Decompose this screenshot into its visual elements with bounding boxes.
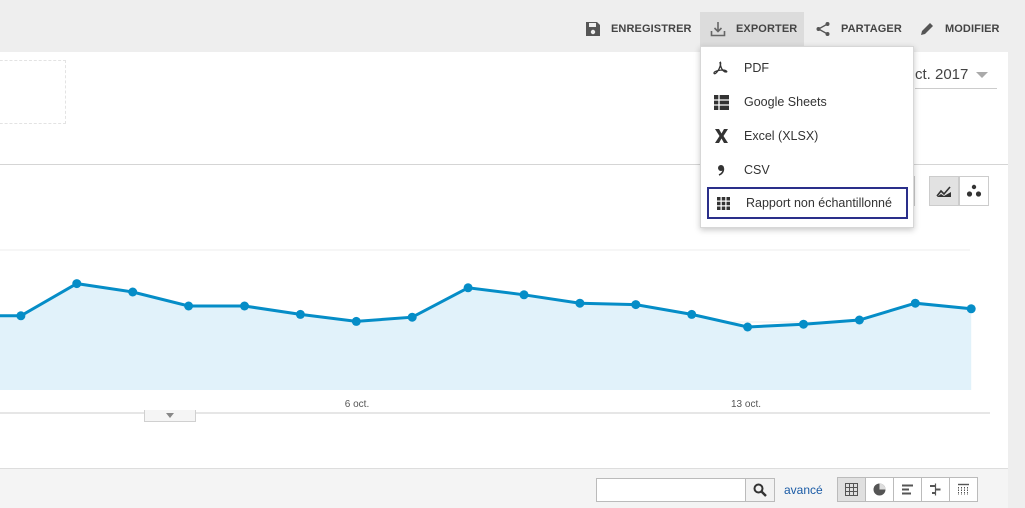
pie-view-button[interactable] <box>865 477 894 502</box>
report-toolbar: ENREGISTRER EXPORTER PARTAGER MODIFIER <box>0 0 1025 52</box>
excel-icon <box>714 129 728 143</box>
pie-chart-icon <box>873 483 886 496</box>
export-csv-item[interactable]: CSV <box>701 153 915 187</box>
search-icon <box>753 483 767 497</box>
chart-data-point[interactable] <box>687 309 697 319</box>
export-google-sheets-item[interactable]: Google Sheets <box>701 85 915 119</box>
x-axis-tick-label: 13 oct. <box>731 399 761 410</box>
chart-data-point[interactable] <box>575 298 585 308</box>
unsampled-report-item[interactable]: Rapport non échantillonné <box>707 187 908 219</box>
chart-data-point[interactable] <box>463 283 473 293</box>
x-axis-tick-label: 6 oct. <box>345 399 369 410</box>
performance-view-button[interactable] <box>893 477 922 502</box>
chart-data-point[interactable] <box>966 304 976 314</box>
grid-icon <box>845 483 858 496</box>
download-icon <box>710 22 726 37</box>
share-icon <box>816 22 830 36</box>
chart-data-point[interactable] <box>743 322 753 332</box>
edit-button[interactable]: MODIFIER <box>919 12 1000 46</box>
chart-data-point[interactable] <box>351 316 361 326</box>
chart-data-point[interactable] <box>799 319 808 329</box>
export-button[interactable]: EXPORTER <box>700 12 804 46</box>
csv-icon <box>718 165 725 176</box>
share-button[interactable]: PARTAGER <box>815 12 902 46</box>
table-search-input[interactable] <box>596 478 746 502</box>
pivot-icon <box>958 483 969 495</box>
chart-data-point[interactable] <box>854 315 864 325</box>
caret-down-icon <box>166 413 174 418</box>
chart-data-point[interactable] <box>910 298 920 308</box>
export-pdf-label: PDF <box>744 61 769 75</box>
chart-data-point[interactable] <box>631 300 641 310</box>
chart-data-point[interactable] <box>295 309 305 319</box>
save-label: ENREGISTRER <box>611 23 692 35</box>
comparison-icon <box>930 483 941 496</box>
export-label: EXPORTER <box>736 23 798 35</box>
google-sheets-icon <box>713 94 729 110</box>
table-view-switcher <box>837 477 978 502</box>
pencil-icon <box>921 23 933 35</box>
export-pdf-item[interactable]: PDF <box>701 51 915 85</box>
unsampled-report-label: Rapport non échantillonné <box>746 196 892 210</box>
unsampled-report-icon <box>716 196 730 210</box>
chart-collapse-toggle[interactable] <box>144 410 196 422</box>
search-button[interactable] <box>745 478 775 502</box>
save-icon <box>586 22 600 36</box>
advanced-search-link[interactable]: avancé <box>784 483 823 497</box>
save-button[interactable]: ENREGISTRER <box>585 12 692 46</box>
share-label: PARTAGER <box>841 23 902 35</box>
export-excel-item[interactable]: Excel (XLSX) <box>701 119 915 153</box>
export-excel-label: Excel (XLSX) <box>744 129 819 143</box>
chart-data-point[interactable] <box>240 301 249 311</box>
bar-list-icon <box>902 484 913 495</box>
pdf-icon <box>713 61 728 75</box>
edit-label: MODIFIER <box>945 23 1000 35</box>
comparison-view-button[interactable] <box>921 477 950 502</box>
chart-data-point[interactable] <box>184 301 194 311</box>
export-csv-label: CSV <box>744 163 770 177</box>
pivot-view-button[interactable] <box>949 477 978 502</box>
chart-area-fill <box>0 283 972 390</box>
chart-data-point[interactable] <box>407 312 417 322</box>
export-google-sheets-label: Google Sheets <box>744 95 827 109</box>
chart-data-point[interactable] <box>16 311 26 321</box>
chart-data-point[interactable] <box>519 290 529 300</box>
data-table-view-button[interactable] <box>837 477 866 502</box>
chart-data-point[interactable] <box>128 287 138 297</box>
export-menu: PDF Google Sheets Excel (XLSX) CSV Rappo… <box>700 46 914 228</box>
chart-data-point[interactable] <box>72 279 82 289</box>
